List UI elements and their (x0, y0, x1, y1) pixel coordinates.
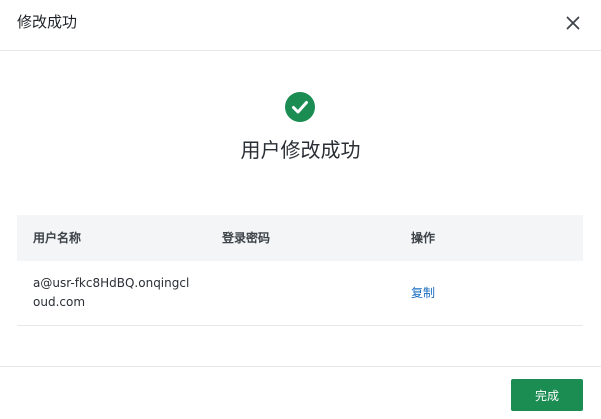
close-icon (566, 16, 580, 30)
table-header: 用户名称 登录密码 操作 (17, 215, 583, 261)
check-circle-icon (285, 92, 315, 122)
dialog-title: 修改成功 (17, 13, 78, 31)
username-cell: a@usr-fkc8HdBQ.onqingcloud.com (33, 276, 190, 309)
column-header-password: 登录密码 (222, 231, 271, 245)
modify-success-dialog: 修改成功 用户修改成功 用户名称 登录密码 操作 a@usr-fkc8HdBQ.… (0, 0, 601, 419)
copy-link[interactable]: 复制 (411, 285, 435, 301)
column-header-action: 操作 (411, 231, 436, 245)
column-header-username: 用户名称 (33, 231, 82, 245)
done-button[interactable]: 完成 (511, 379, 583, 411)
success-message: 用户修改成功 (240, 138, 361, 162)
close-button[interactable] (563, 13, 583, 33)
user-table: 用户名称 登录密码 操作 a@usr-fkc8HdBQ.onqingcloud.… (17, 215, 583, 326)
dialog-footer: 完成 (0, 366, 601, 419)
table-row: a@usr-fkc8HdBQ.onqingcloud.com 复制 (17, 261, 583, 326)
dialog-header: 修改成功 (0, 0, 601, 51)
